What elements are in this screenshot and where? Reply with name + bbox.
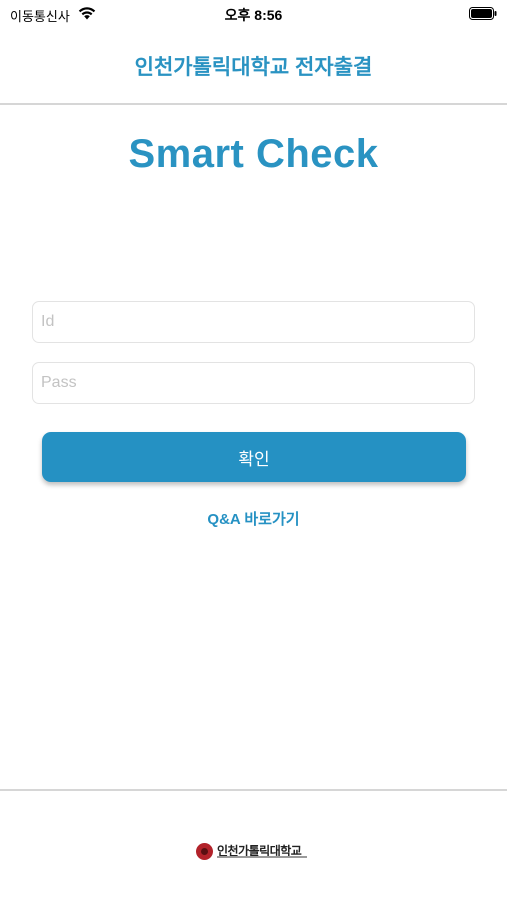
password-input[interactable]: [32, 362, 475, 404]
university-emblem-icon: [196, 843, 213, 860]
battery-icon: [469, 7, 497, 20]
app-header: 인천가톨릭대학교 전자출결: [0, 28, 507, 105]
clock-time: 오후 8:56: [224, 7, 283, 23]
header-title: 인천가톨릭대학교 전자출결: [134, 56, 373, 79]
university-logo: 인천가톨릭대학교: [196, 842, 314, 862]
confirm-button[interactable]: 확인: [42, 432, 466, 482]
logo-subtext: [217, 856, 307, 858]
footer-divider: [0, 789, 507, 791]
qa-link[interactable]: Q&A 바로가기: [0, 508, 507, 529]
status-bar: 이동통신사 오후 8:56: [0, 0, 507, 28]
app-title: Smart Check: [128, 132, 379, 176]
id-input[interactable]: [32, 301, 475, 343]
